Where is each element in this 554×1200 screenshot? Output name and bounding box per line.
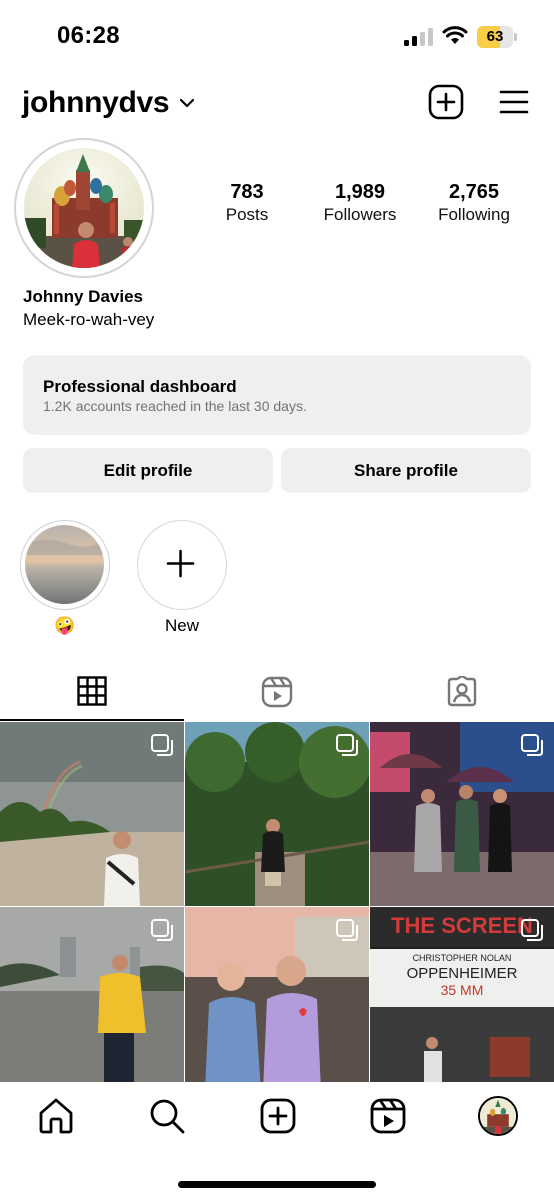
reels-icon <box>261 676 293 708</box>
story-highlight[interactable]: 🤪 <box>20 520 110 636</box>
chevron-down-icon[interactable] <box>178 97 196 109</box>
post-thumbnail[interactable]: THE SCREEN CHRISTOPHER NOLAN OPPENHEIMER… <box>370 907 554 1082</box>
search-icon[interactable] <box>147 1096 187 1136</box>
marquee-line2: OPPENHEIMER <box>407 965 518 982</box>
highlight-label: 🤪 <box>54 616 76 635</box>
post-thumbnail[interactable] <box>185 722 369 906</box>
professional-dashboard[interactable]: Professional dashboard 1.2K accounts rea… <box>23 355 531 435</box>
marquee-top-text: THE SCREEN <box>391 913 533 938</box>
post-thumbnail[interactable] <box>0 722 184 906</box>
stat-value: 2,765 <box>448 181 500 203</box>
status-bar: 06:28 63 <box>0 0 554 72</box>
multiple-photos-icon <box>521 919 543 941</box>
battery-indicator: 63 <box>477 26 517 48</box>
wifi-icon <box>442 26 468 44</box>
create-icon[interactable] <box>258 1096 298 1136</box>
stat-followers[interactable]: 1,989 Followers <box>305 180 415 226</box>
multiple-photos-icon <box>151 919 173 941</box>
dashboard-subtitle: 1.2K accounts reached in the last 30 day… <box>43 398 307 414</box>
home-indicator <box>178 1181 376 1188</box>
stat-label: Followers <box>323 205 397 224</box>
posts-grid: THE SCREEN CHRISTOPHER NOLAN OPPENHEIMER… <box>0 722 554 1082</box>
stat-label: Posts <box>225 205 269 224</box>
multiple-photos-icon <box>336 919 358 941</box>
post-thumbnail[interactable] <box>185 907 369 1082</box>
status-time: 06:28 <box>57 22 120 49</box>
highlight-label: New <box>164 616 199 635</box>
profile-avatar[interactable] <box>478 1096 518 1136</box>
bio: Meek-ro-wah-vey <box>23 310 155 329</box>
signal-icon <box>404 28 433 46</box>
profile-header: johnnydvs <box>0 78 554 130</box>
battery-percent: 63 <box>486 28 504 45</box>
reels-icon[interactable] <box>368 1096 408 1136</box>
hamburger-menu-icon[interactable] <box>498 86 530 118</box>
stat-label: Following <box>438 205 510 224</box>
multiple-photos-icon <box>336 734 358 756</box>
avatar-photo <box>24 148 144 268</box>
profile-avatar[interactable] <box>14 138 154 278</box>
highlight-cover <box>25 525 104 604</box>
new-highlight-button[interactable]: New <box>137 520 227 636</box>
post-thumbnail[interactable] <box>370 722 554 906</box>
tagged-person-icon <box>447 676 477 707</box>
tab-reels[interactable] <box>185 668 369 722</box>
display-name: Johnny Davies <box>23 287 143 306</box>
plus-square-icon[interactable] <box>428 84 464 120</box>
profile-stats: 783 Posts 1,989 Followers 2,765 Followin… <box>190 180 544 230</box>
multiple-photos-icon <box>151 734 173 756</box>
share-profile-button[interactable]: Share profile <box>281 448 531 493</box>
dashboard-title: Professional dashboard <box>43 377 237 396</box>
marquee-line3: 35 MM <box>441 982 484 998</box>
stat-value: 1,989 <box>334 181 386 203</box>
stat-following[interactable]: 2,765 Following <box>419 180 529 226</box>
active-tab-indicator <box>0 719 184 721</box>
multiple-photos-icon <box>521 734 543 756</box>
profile-tabs <box>0 668 554 722</box>
tab-tagged[interactable] <box>370 668 554 722</box>
stat-value: 783 <box>230 181 264 203</box>
bottom-navigation <box>0 1082 554 1200</box>
account-switcher[interactable]: johnnydvs <box>22 86 170 120</box>
edit-profile-button[interactable]: Edit profile <box>23 448 273 493</box>
plus-icon <box>166 549 195 578</box>
home-icon[interactable] <box>36 1096 76 1136</box>
marquee-line1: CHRISTOPHER NOLAN <box>413 953 512 963</box>
tab-posts[interactable] <box>0 668 184 722</box>
stat-posts[interactable]: 783 Posts <box>192 180 302 226</box>
post-thumbnail[interactable] <box>0 907 184 1082</box>
grid-icon <box>77 676 107 706</box>
